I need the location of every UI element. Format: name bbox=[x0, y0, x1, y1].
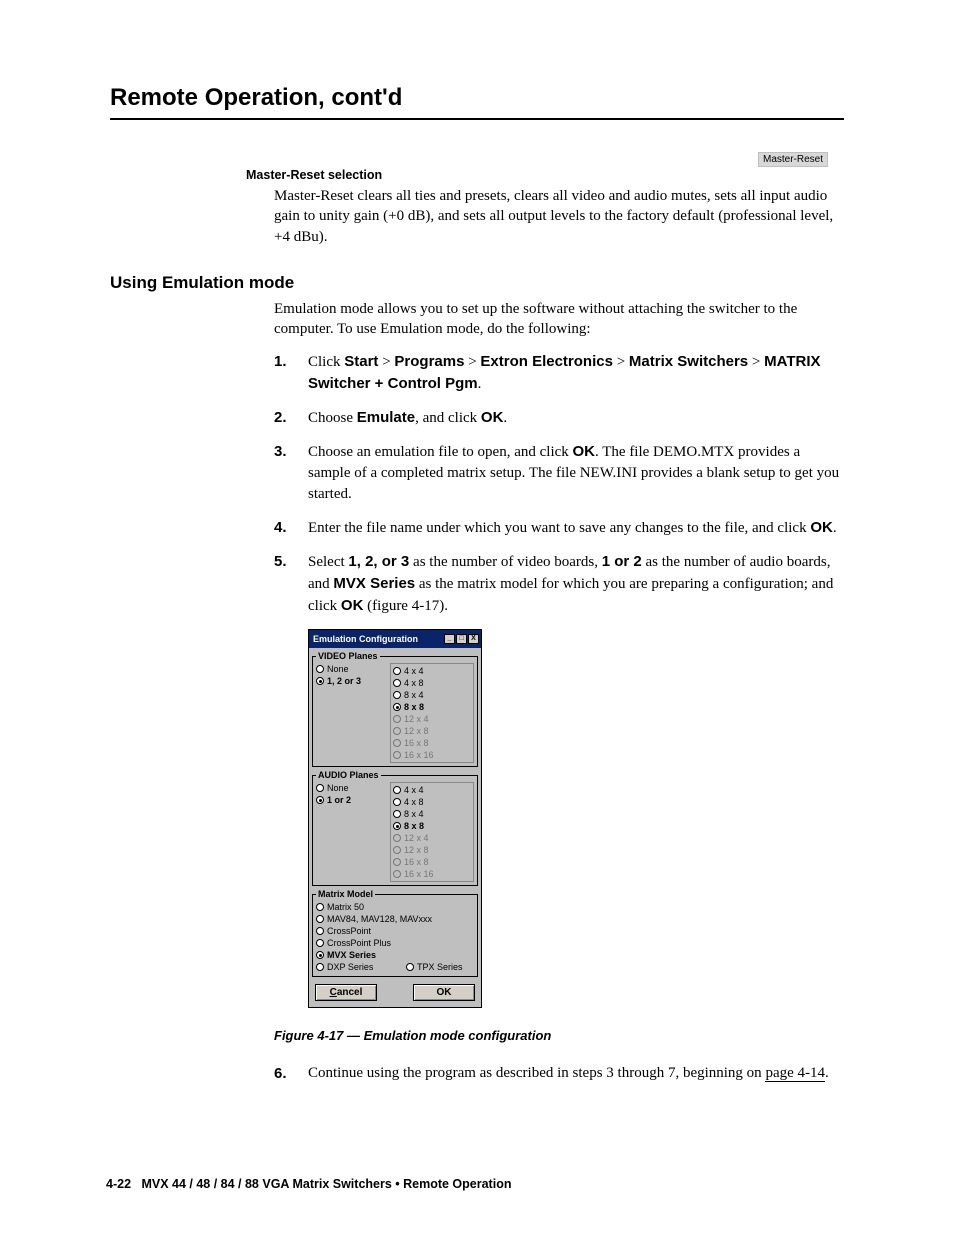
figure-caption: Figure 4-17 — Emulation mode configurati… bbox=[274, 1028, 844, 1043]
step-text: Continue using the program as described … bbox=[308, 1063, 844, 1084]
radio-model-dxp[interactable]: DXP Series bbox=[316, 961, 396, 973]
radio-video-8x8[interactable]: 8 x 8 bbox=[393, 701, 471, 713]
radio-model-matrix50[interactable]: Matrix 50 bbox=[316, 901, 474, 913]
video-planes-group: VIDEO Planes None 1, 2 or 3 4 x 4 4 x 8 … bbox=[312, 651, 478, 767]
step-3: 3. Choose an emulation file to open, and… bbox=[274, 441, 844, 505]
emulation-config-dialog: Emulation Configuration _ □ X VIDEO Plan… bbox=[308, 629, 844, 1008]
radio-video-123[interactable]: 1, 2 or 3 bbox=[316, 675, 388, 687]
radio-audio-4x4[interactable]: 4 x 4 bbox=[393, 784, 471, 796]
chapter-title: Remote Operation, cont'd bbox=[110, 84, 844, 120]
cancel-button[interactable]: Cancel bbox=[315, 984, 377, 1001]
matrix-model-legend: Matrix Model bbox=[316, 889, 375, 899]
radio-audio-12[interactable]: 1 or 2 bbox=[316, 794, 388, 806]
radio-audio-4x8[interactable]: 4 x 8 bbox=[393, 796, 471, 808]
maximize-icon[interactable]: □ bbox=[456, 634, 467, 644]
radio-video-4x8[interactable]: 4 x 8 bbox=[393, 677, 471, 689]
step-number: 1. bbox=[274, 351, 308, 395]
master-reset-heading: Master-Reset selection bbox=[246, 168, 844, 182]
radio-video-none[interactable]: None bbox=[316, 663, 388, 675]
radio-video-12x4: 12 x 4 bbox=[393, 713, 471, 725]
radio-video-16x8: 16 x 8 bbox=[393, 737, 471, 749]
radio-model-crosspoint[interactable]: CrossPoint bbox=[316, 925, 474, 937]
audio-planes-group: AUDIO Planes None 1 or 2 4 x 4 4 x 8 8 x… bbox=[312, 770, 478, 886]
radio-audio-16x8: 16 x 8 bbox=[393, 856, 471, 868]
emulation-steps: 1. Click Start > Programs > Extron Elect… bbox=[274, 351, 844, 617]
page-number: 4-22 bbox=[106, 1177, 131, 1191]
step-text: Enter the file name under which you want… bbox=[308, 517, 844, 539]
step-1: 1. Click Start > Programs > Extron Elect… bbox=[274, 351, 844, 395]
emulation-intro: Emulation mode allows you to set up the … bbox=[274, 299, 840, 340]
step-number: 3. bbox=[274, 441, 308, 505]
page-footer: 4-22 MVX 44 / 48 / 84 / 88 VGA Matrix Sw… bbox=[106, 1177, 511, 1191]
radio-audio-8x8[interactable]: 8 x 8 bbox=[393, 820, 471, 832]
step-2: 2. Choose Emulate, and click OK. bbox=[274, 407, 844, 429]
video-planes-legend: VIDEO Planes bbox=[316, 651, 380, 661]
dialog-title: Emulation Configuration bbox=[313, 634, 418, 644]
matrix-model-group: Matrix Model Matrix 50 MAV84, MAV128, MA… bbox=[312, 889, 478, 977]
radio-model-mvx[interactable]: MVX Series bbox=[316, 949, 396, 961]
step-5: 5. Select 1, 2, or 3 as the number of vi… bbox=[274, 551, 844, 617]
radio-video-8x4[interactable]: 8 x 4 bbox=[393, 689, 471, 701]
step-text: Choose Emulate, and click OK. bbox=[308, 407, 844, 429]
radio-video-4x4[interactable]: 4 x 4 bbox=[393, 665, 471, 677]
step-text: Choose an emulation file to open, and cl… bbox=[308, 441, 844, 505]
master-reset-body: Master-Reset clears all ties and presets… bbox=[274, 186, 840, 247]
step-number: 2. bbox=[274, 407, 308, 429]
ok-button[interactable]: OK bbox=[413, 984, 475, 1001]
radio-audio-none[interactable]: None bbox=[316, 782, 388, 794]
step-text: Click Start > Programs > Extron Electron… bbox=[308, 351, 844, 395]
radio-video-16x16: 16 x 16 bbox=[393, 749, 471, 761]
dialog-titlebar: Emulation Configuration _ □ X bbox=[309, 630, 481, 648]
step-number: 5. bbox=[274, 551, 308, 617]
step-4: 4. Enter the file name under which you w… bbox=[274, 517, 844, 539]
page-link[interactable]: page 4-14 bbox=[765, 1065, 825, 1082]
radio-model-crosspoint-plus[interactable]: CrossPoint Plus bbox=[316, 937, 474, 949]
step-number: 4. bbox=[274, 517, 308, 539]
step-number: 6. bbox=[274, 1063, 308, 1084]
radio-video-12x8: 12 x 8 bbox=[393, 725, 471, 737]
footer-title: MVX 44 / 48 / 84 / 88 VGA Matrix Switche… bbox=[141, 1177, 511, 1191]
radio-audio-8x4[interactable]: 8 x 4 bbox=[393, 808, 471, 820]
radio-model-tpx[interactable]: TPX Series bbox=[406, 961, 463, 973]
master-reset-badge: Master-Reset bbox=[758, 152, 828, 167]
step-text: Select 1, 2, or 3 as the number of video… bbox=[308, 551, 844, 617]
radio-audio-12x4: 12 x 4 bbox=[393, 832, 471, 844]
audio-planes-legend: AUDIO Planes bbox=[316, 770, 381, 780]
radio-audio-12x8: 12 x 8 bbox=[393, 844, 471, 856]
minimize-icon[interactable]: _ bbox=[444, 634, 455, 644]
step-6: 6. Continue using the program as describ… bbox=[274, 1063, 844, 1084]
radio-model-mav[interactable]: MAV84, MAV128, MAVxxx bbox=[316, 913, 474, 925]
radio-audio-16x16: 16 x 16 bbox=[393, 868, 471, 880]
close-icon[interactable]: X bbox=[468, 634, 479, 644]
emulation-heading: Using Emulation mode bbox=[110, 273, 844, 293]
